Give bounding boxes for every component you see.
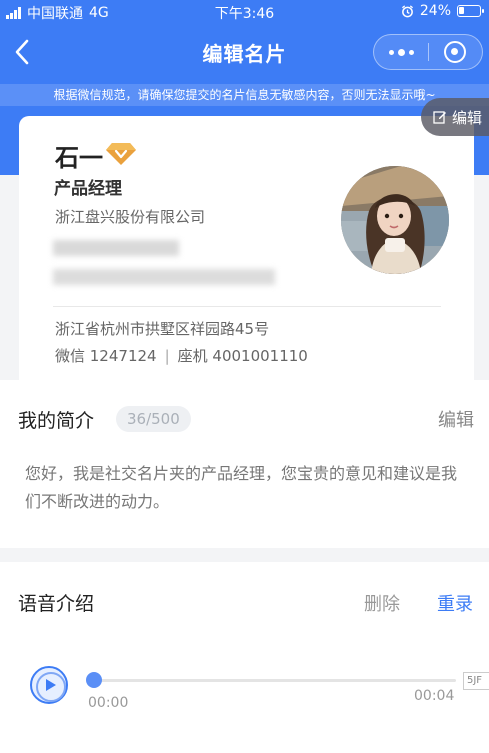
contact-separator: | [164,347,170,365]
voice-title: 语音介绍 [18,593,95,615]
more-dot-icon [397,48,405,56]
business-card: 石一 产品经理 浙江盘兴股份有限公司 浙江省杭州市拱墅区祥园路45号 微信 12… [19,116,474,380]
more-dot-icon [408,49,414,55]
side-tab[interactable]: 5JF [463,672,489,690]
alarm-icon [401,4,413,17]
mini-program-capsule [373,34,483,70]
status-bar: 中国联通 4G 下午3:46 24% [0,0,489,24]
card-position: 产品经理 [54,179,122,199]
play-button[interactable] [30,666,68,704]
audio-current-time: 00:00 [88,695,129,711]
nav-bar: 编辑名片 [0,24,489,82]
blurred-phone [53,240,179,256]
intro-section: 我的简介 36/500 编辑 您好，我是社交名片夹的产品经理，您宝贵的意见和建议… [0,380,489,548]
voice-rerecord-button[interactable]: 重录 [437,590,473,616]
card-wechat: 微信 1247124 [55,347,157,365]
battery-icon [457,5,484,17]
card-divider [53,306,441,307]
vip-diamond-icon [106,143,136,165]
intro-edit-button[interactable]: 编辑 [438,406,474,432]
notice-banner: 根据微信规范，请确保您提交的名片信息无敏感内容，否则无法显示哦~ [0,84,489,106]
intro-char-count: 36/500 [116,406,191,432]
blurred-email [53,269,275,285]
voice-section: 语音介绍 删除 重录 00:00 00:04 [0,562,489,753]
card-landline: 座机 4001001110 [177,347,308,365]
more-button[interactable] [374,34,428,70]
avatar[interactable] [341,166,449,274]
intro-text: 您好，我是社交名片夹的产品经理，您宝贵的意见和建议是我们不断改进的动力。 [25,464,458,511]
edit-card-button[interactable]: 编辑 [421,98,489,136]
card-company: 浙江盘兴股份有限公司 [55,208,206,226]
audio-progress-thumb[interactable] [86,672,102,688]
edit-icon [433,111,446,124]
voice-delete-button[interactable]: 删除 [364,590,400,616]
more-dot-icon [388,49,394,55]
battery-percent: 24% [419,3,451,19]
card-address: 浙江省杭州市拱墅区祥园路45号 [55,320,270,338]
card-name: 石一 [55,144,103,172]
avatar-image [341,166,449,274]
status-right: 24% [401,3,484,19]
intro-title: 我的简介 [18,410,95,432]
audio-progress-track[interactable] [94,679,456,682]
target-close-icon [444,41,467,63]
card-contact-line: 微信 1247124 | 座机 4001001110 [55,345,308,366]
play-icon [45,679,56,691]
close-button[interactable] [429,34,482,70]
audio-total-time: 00:04 [414,688,455,704]
edit-card-label: 编辑 [452,108,483,127]
